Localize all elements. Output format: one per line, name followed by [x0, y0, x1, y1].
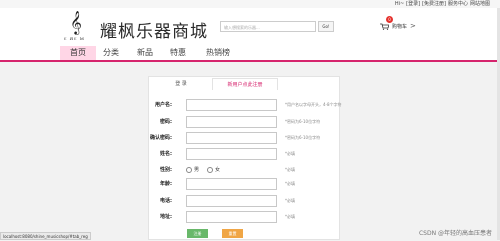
top-links: Hi~ [登录] [免费注册] 服务中心 网站地图 — [395, 0, 490, 8]
form-row-gender: 性别: 男 女 *必填 — [0, 164, 500, 176]
address-hint: *必填 — [285, 214, 295, 219]
username-hint: *用户名以字母开头，4-8个字符 — [285, 102, 342, 107]
search-button[interactable]: Go! — [318, 21, 334, 32]
form-row-password: 密码: *密码为6-10位字符 — [0, 116, 500, 128]
name-hint: *必填 — [285, 151, 295, 156]
nav-item-home[interactable]: 首页 — [60, 46, 96, 60]
reset-button[interactable]: 重置 — [222, 229, 243, 238]
address-label: 地址: — [160, 214, 172, 220]
register-button[interactable]: 注册 — [187, 229, 208, 238]
sitemap-link[interactable]: 网站地图 — [470, 0, 490, 8]
form-row-confirm-password: 确认密码: *密码为6-10位字符 — [0, 132, 500, 144]
username-label: 用户名: — [155, 102, 172, 108]
cart-button[interactable]: 购物车 > — [380, 20, 416, 32]
nav-item-category[interactable]: 分类 — [96, 46, 126, 60]
name-input[interactable] — [186, 148, 277, 160]
password-hint: *密码为6-10位字符 — [285, 119, 321, 124]
logo[interactable]: 𝄞 Ɛ ЯƐ M — [62, 10, 92, 44]
username-input[interactable] — [186, 99, 277, 111]
nav-divider — [0, 60, 500, 62]
confirm-password-hint: *密码为6-10位字符 — [285, 135, 321, 140]
login-link[interactable]: [登录] — [406, 0, 420, 8]
service-center-link[interactable]: 服务中心 — [448, 0, 468, 8]
form-row-username: 用户名: *用户名以字母开头，4-8个字符 — [0, 99, 500, 111]
radio-icon — [207, 166, 214, 173]
logo-text: Ɛ ЯƐ M — [64, 36, 85, 41]
form-row-address: 地址: *必填 — [0, 211, 500, 223]
gender-options: 男 女 — [186, 164, 220, 176]
form-row-name: 姓名: *必填 — [0, 148, 500, 160]
tab-register[interactable]: 新用户点此注册 — [212, 78, 278, 90]
register-link[interactable]: [免费注册] — [422, 0, 446, 8]
gender-label: 性别: — [160, 167, 172, 173]
greeting: Hi~ — [394, 1, 405, 7]
phone-label: 电话: — [160, 198, 172, 204]
treble-clef-icon: 𝄞 — [70, 10, 82, 34]
age-input[interactable] — [186, 178, 277, 190]
status-bar-url: localhost:8080/shine_musicshop/#tab_reg — [0, 232, 91, 240]
gender-option-female[interactable]: 女 — [207, 164, 220, 176]
search-input[interactable]: 输入想搜索的乐器... — [220, 21, 316, 32]
name-label: 姓名: — [160, 151, 172, 157]
form-row-phone: 电话: *必填 — [0, 195, 500, 207]
gender-hint: *必填 — [285, 167, 295, 172]
form-row-age: 年龄: *必填 — [0, 178, 500, 190]
address-input[interactable] — [186, 211, 277, 223]
main-nav: 首页 分类 新品 特惠 热销榜 — [0, 46, 500, 60]
gender-option-male[interactable]: 男 — [186, 164, 199, 176]
password-label: 密码: — [160, 119, 172, 125]
tab-login[interactable]: 登 录 — [150, 78, 212, 90]
nav-item-deals[interactable]: 特惠 — [163, 46, 193, 60]
phone-hint: *必填 — [285, 198, 295, 203]
cart-label: 购物车 — [392, 23, 408, 30]
nav-item-new[interactable]: 新品 — [130, 46, 160, 60]
age-label: 年龄: — [160, 181, 172, 187]
age-hint: *必填 — [285, 181, 295, 186]
gender-male-label: 男 — [194, 167, 200, 173]
confirm-password-input[interactable] — [186, 132, 277, 144]
confirm-password-label: 确认密码: — [150, 135, 172, 141]
watermark: CSDN @年轻的高血压患者 — [418, 230, 492, 237]
store-name: 耀枫乐器商城 — [100, 22, 208, 42]
password-input[interactable] — [186, 116, 277, 128]
chevron-right-icon: > — [410, 22, 416, 30]
nav-item-bestsellers[interactable]: 热销榜 — [196, 46, 240, 60]
cart-icon — [380, 23, 389, 30]
radio-icon — [186, 166, 192, 173]
cart-count-badge: 0 — [386, 16, 393, 23]
gender-female-label: 女 — [215, 167, 221, 173]
phone-input[interactable] — [186, 195, 277, 207]
